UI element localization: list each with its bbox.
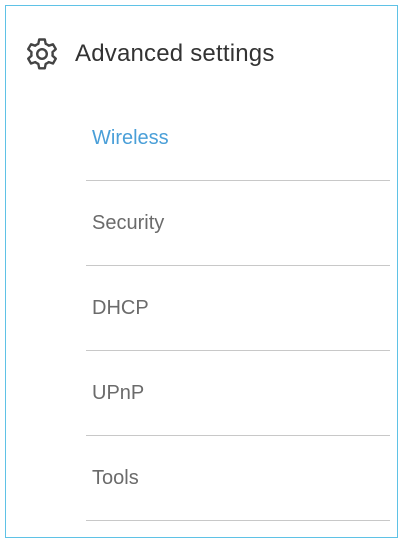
menu-item-security[interactable]: Security (86, 181, 390, 266)
advanced-settings-panel: Advanced settings Wireless Security DHCP… (5, 5, 398, 538)
menu-item-dhcp[interactable]: DHCP (86, 266, 390, 351)
menu-item-label: Wireless (92, 127, 169, 149)
menu-item-label: UPnP (92, 382, 145, 404)
panel-header: Advanced settings (24, 28, 275, 80)
gear-icon (24, 36, 60, 72)
menu-item-label: DHCP (92, 297, 149, 319)
menu-item-label: Security (92, 212, 165, 234)
menu-item-tools[interactable]: Tools (86, 436, 390, 521)
menu-item-upnp[interactable]: UPnP (86, 351, 390, 436)
page-title: Advanced settings (75, 40, 275, 67)
menu-item-wireless[interactable]: Wireless (86, 96, 390, 181)
menu-item-label: Tools (92, 467, 139, 489)
settings-menu: Wireless Security DHCP UPnP Tools (86, 96, 390, 521)
